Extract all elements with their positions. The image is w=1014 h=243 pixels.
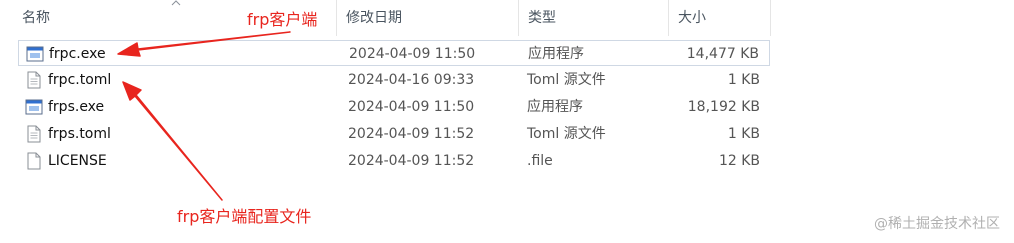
file-name: frpc.toml <box>48 72 112 88</box>
exe-icon <box>26 46 44 62</box>
file-row-frpc-exe[interactable]: frpc.exe 2024-04-09 11:50 应用程序 14,477 KB <box>18 40 770 66</box>
file-type: 应用程序 <box>527 99 583 115</box>
file-size: 18,192 KB <box>687 99 760 115</box>
file-date: 2024-04-09 11:50 <box>348 99 475 115</box>
file-size: 1 KB <box>727 72 760 88</box>
file-name: frpc.exe <box>49 46 106 62</box>
file-name: frps.toml <box>48 126 111 142</box>
sort-ascending-icon <box>171 0 181 6</box>
column-separator[interactable] <box>770 0 771 36</box>
column-separator[interactable] <box>336 0 337 36</box>
document-icon <box>27 152 41 170</box>
watermark: @稀土掘金技术社区 <box>874 216 1000 232</box>
file-size: 1 KB <box>727 126 760 142</box>
file-type: 应用程序 <box>528 46 584 62</box>
document-icon <box>27 125 41 143</box>
file-row-license[interactable]: LICENSE 2024-04-09 11:52 .file 12 KB <box>18 148 770 174</box>
file-type: .file <box>527 153 553 169</box>
file-type: Toml 源文件 <box>527 126 606 142</box>
file-size: 12 KB <box>718 153 760 169</box>
file-name: LICENSE <box>48 153 107 169</box>
file-name: frps.exe <box>48 99 105 115</box>
file-row-frpc-toml[interactable]: frpc.toml 2024-04-16 09:33 Toml 源文件 1 KB <box>18 67 770 93</box>
column-header-size[interactable]: 大小 <box>670 0 770 36</box>
file-type: Toml 源文件 <box>527 72 606 88</box>
column-header: 名称 修改日期 类型 大小 <box>0 0 1014 36</box>
column-separator[interactable] <box>518 0 519 36</box>
file-date: 2024-04-09 11:52 <box>348 126 475 142</box>
exe-icon <box>25 99 43 115</box>
file-date: 2024-04-09 11:50 <box>349 46 476 62</box>
document-icon <box>27 71 41 89</box>
column-separator[interactable] <box>668 0 669 36</box>
annotation-frp-client: frp客户端 <box>247 10 318 29</box>
file-date: 2024-04-16 09:33 <box>348 72 475 88</box>
file-row-frps-toml[interactable]: frps.toml 2024-04-09 11:52 Toml 源文件 1 KB <box>18 121 770 147</box>
file-size: 14,477 KB <box>686 46 759 62</box>
annotation-frp-client-config: frp客户端配置文件 <box>177 207 312 226</box>
file-row-frps-exe[interactable]: frps.exe 2024-04-09 11:50 应用程序 18,192 KB <box>18 94 770 120</box>
column-header-type[interactable]: 类型 <box>520 0 668 36</box>
file-date: 2024-04-09 11:52 <box>348 153 475 169</box>
column-header-date[interactable]: 修改日期 <box>338 0 518 36</box>
